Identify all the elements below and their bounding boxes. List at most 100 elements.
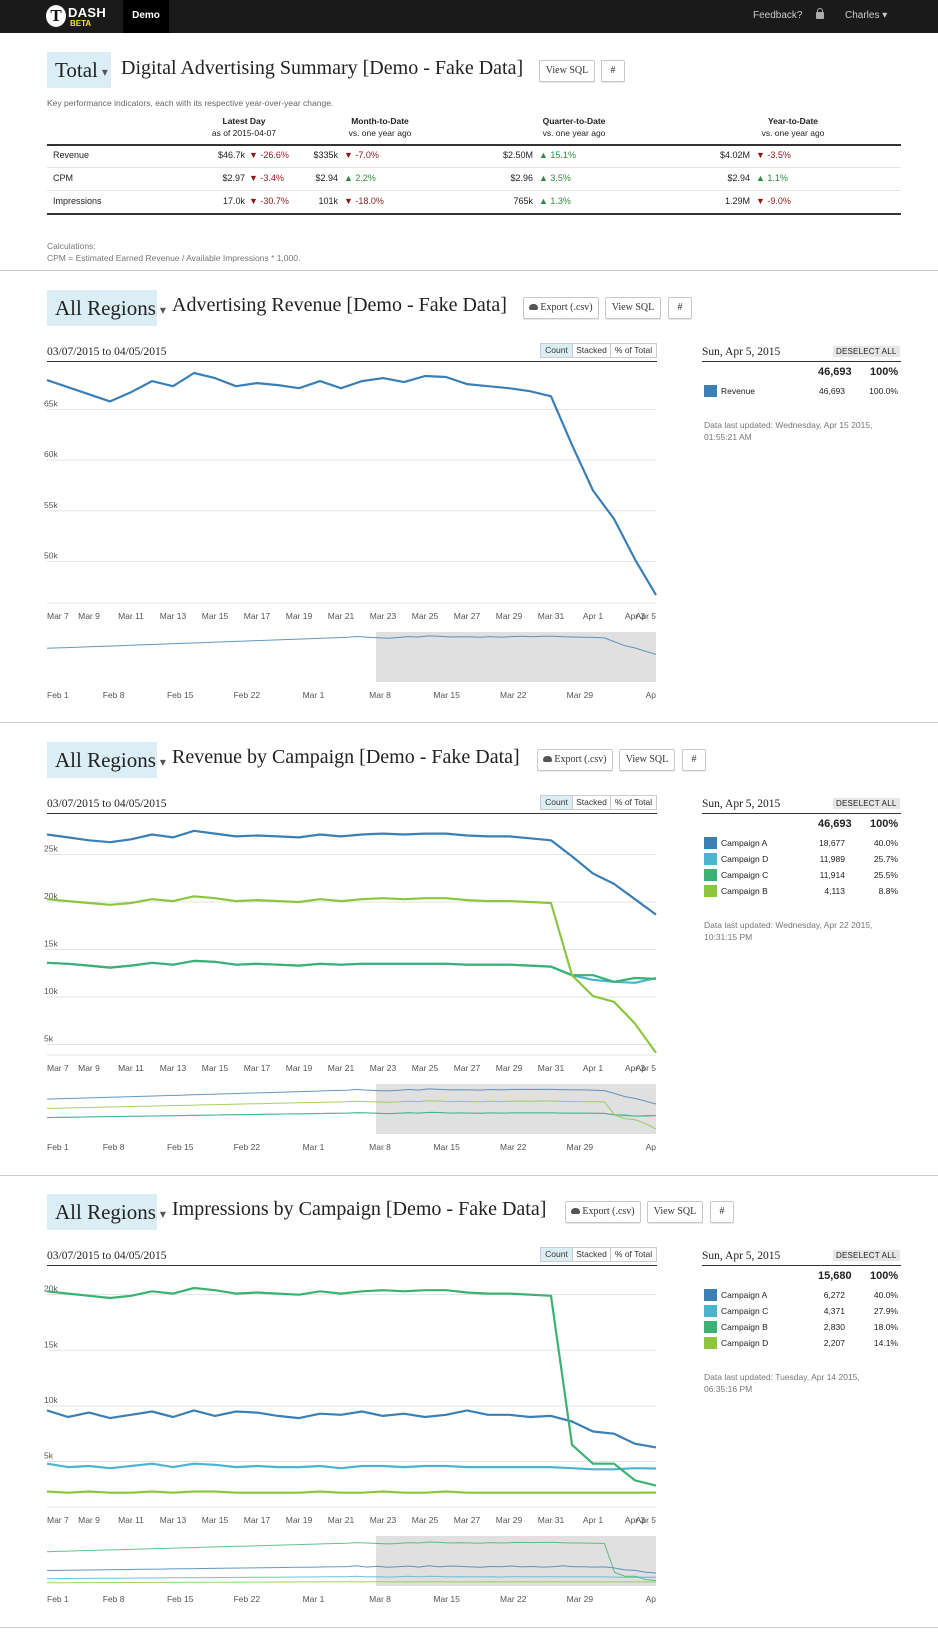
last-updated-line: Data last updated: Wednesday, Apr 22 201… (704, 920, 873, 930)
kpi-value: $4.02M (719, 150, 750, 160)
permalink-button[interactable]: # (710, 1201, 734, 1223)
brush-tick-label: Mar 22 (500, 1142, 527, 1152)
triangle-down-icon: ▼ (249, 196, 261, 206)
export-csv-button[interactable]: Export (.csv) (565, 1201, 641, 1223)
legend-item[interactable]: Revenue 46,693 100.0% (702, 385, 901, 399)
toggle-count[interactable]: Count (540, 343, 573, 358)
kpi-value: $2.94 (315, 173, 338, 183)
y-tick-label: 60k (44, 449, 58, 459)
view-sql-button[interactable]: View SQL (647, 1201, 703, 1223)
permalink-button[interactable]: # (682, 749, 706, 771)
export-csv-button[interactable]: Export (.csv) (537, 749, 613, 771)
toggle-count[interactable]: Count (540, 795, 573, 810)
segment-label: Total (55, 58, 98, 82)
legend-item[interactable]: Campaign A 18,677 40.0% (702, 837, 901, 851)
toggle-pct-total[interactable]: % of Total (610, 1247, 657, 1262)
kpi-change: ▲ 3.5% (539, 173, 571, 183)
x-tick-label: Mar 25 (412, 1515, 439, 1525)
brush-tick-label: Feb 15 (167, 1142, 194, 1152)
kpi-col-head: Quarter-to-Date vs. one year ago (524, 115, 624, 139)
permalink-button[interactable]: # (601, 60, 625, 82)
legend-total: 46,693 (818, 818, 852, 830)
toggle-stacked[interactable]: Stacked (572, 1247, 611, 1262)
kpi-value: 17.0k (222, 196, 245, 206)
toggle-pct-total[interactable]: % of Total (610, 795, 657, 810)
last-updated: Data last updated: Wednesday, Apr 22 201… (704, 919, 904, 943)
segment-selector-total[interactable]: Total ▾ (47, 52, 111, 88)
legend-name: Campaign C (721, 1306, 769, 1316)
toggle-pct-total[interactable]: % of Total (610, 343, 657, 358)
view-sql-button[interactable]: View SQL (619, 749, 675, 771)
brush-tick-label: Feb 15 (167, 690, 194, 700)
legend-name: Revenue (721, 386, 756, 396)
legend-item[interactable]: Campaign B 2,830 18.0% (702, 1321, 901, 1335)
legend-item[interactable]: Campaign C 11,914 25.5% (702, 869, 901, 883)
feedback-link[interactable]: Feedback? (753, 10, 802, 21)
legend-pct: 14.1% (873, 1338, 898, 1348)
legend-value: 4,113 (824, 886, 845, 896)
legend-item[interactable]: Campaign C 4,371 27.9% (702, 1305, 901, 1319)
x-tick-label: Mar 19 (286, 1515, 313, 1525)
kpi-col-head: Latest Day as of 2015-04-07 (194, 115, 294, 139)
toggle-count[interactable]: Count (540, 1247, 573, 1262)
user-menu[interactable]: Charles ▾ (845, 10, 887, 21)
x-tick-label: Mar 15 (202, 1515, 229, 1525)
legend-item[interactable]: Campaign B 4,113 8.8% (702, 885, 901, 899)
legend-total-pct: 100% (870, 818, 899, 830)
deselect-all-button[interactable]: DESELECT ALL (833, 346, 900, 357)
calc-formula: CPM = Estimated Earned Revenue / Availab… (47, 253, 301, 263)
segment-selector-regions[interactable]: All Regions ▾ (47, 1194, 166, 1230)
brush-tick-label: Mar 8 (369, 690, 391, 700)
legend-item[interactable]: Campaign D 11,989 25.7% (702, 853, 901, 867)
triangle-down-icon: ▼ (756, 150, 768, 160)
brush-tick-label: Mar 29 (567, 1594, 594, 1604)
toggle-stacked[interactable]: Stacked (572, 343, 611, 358)
legend-swatch (704, 853, 717, 865)
legend-total-pct: 100% (870, 366, 899, 378)
export-csv-button[interactable]: Export (.csv) (523, 297, 599, 319)
x-tick-label: Mar 21 (328, 611, 355, 621)
brush-tick-label: Feb 1 (47, 1594, 69, 1604)
kpi-change: ▼ -9.0% (756, 196, 791, 206)
legend-value: 2,830 (823, 1322, 845, 1332)
kpi-col-sub: vs. one year ago (542, 128, 606, 138)
legend-value: 11,989 (819, 854, 845, 864)
brush-tick-label: Feb 15 (167, 1594, 194, 1604)
date-range: 03/07/2015 to 04/05/2015 (47, 346, 167, 358)
kpi-change-value: 3.5% (550, 173, 571, 183)
kpi-change-value: -26.6% (260, 150, 289, 160)
kpi-change: ▼ -18.0% (344, 196, 384, 206)
kpi-change: ▼ -7.0% (344, 150, 379, 160)
toggle-stacked[interactable]: Stacked (572, 795, 611, 810)
permalink-button[interactable]: # (668, 297, 692, 319)
deselect-all-button[interactable]: DESELECT ALL (833, 798, 900, 809)
segment-selector-regions[interactable]: All Regions ▾ (47, 290, 166, 326)
triangle-down-icon: ▼ (756, 196, 768, 206)
legend-swatch (704, 385, 717, 397)
date-range: 03/07/2015 to 04/05/2015 (47, 798, 167, 810)
x-tick-label: Mar 19 (286, 611, 313, 621)
x-tick-label: Mar 15 (202, 1063, 229, 1073)
deselect-all-button[interactable]: DESELECT ALL (833, 1250, 900, 1261)
legend-item[interactable]: Campaign A 6,272 40.0% (702, 1289, 901, 1303)
kpi-change: ▼ -30.7% (249, 196, 289, 206)
x-tick-label: Mar 9 (78, 1515, 100, 1525)
lock-icon[interactable] (816, 8, 824, 19)
chart-title: Revenue by Campaign [Demo - Fake Data] (172, 746, 520, 768)
view-sql-button[interactable]: View SQL (605, 297, 661, 319)
view-sql-button[interactable]: View SQL (539, 60, 595, 82)
kpi-row-label: Impressions (53, 196, 102, 206)
legend-item[interactable]: Campaign D 2,207 14.1% (702, 1337, 901, 1351)
legend-swatch (704, 1289, 717, 1301)
brush-tick-label: Mar 8 (369, 1594, 391, 1604)
y-tick-label: 15k (44, 939, 58, 949)
x-tick-label: Apr 1 (583, 611, 604, 621)
cloud-upload-icon (571, 1208, 581, 1214)
dash-logo[interactable]: T DASH BETA (46, 4, 116, 29)
cloud-upload-icon (543, 756, 553, 762)
segment-selector-regions[interactable]: All Regions ▾ (47, 742, 166, 778)
x-tick-label: Mar 11 (118, 1063, 144, 1073)
nav-demo-tab[interactable]: Demo (123, 0, 169, 33)
brush-tick-label: Feb 1 (47, 1142, 69, 1152)
x-tick-label: Mar 9 (78, 1063, 100, 1073)
